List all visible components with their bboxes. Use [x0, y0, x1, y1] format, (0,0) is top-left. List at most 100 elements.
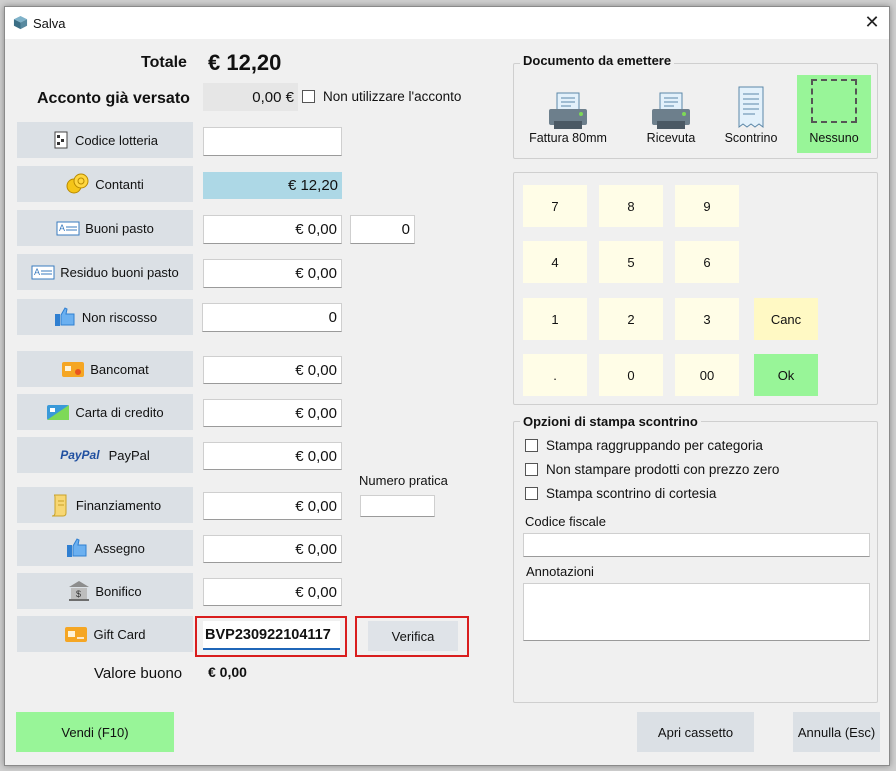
key-1[interactable]: 1 [523, 298, 587, 340]
numero-pratica-input[interactable] [360, 495, 435, 517]
buoni-pasto-input[interactable]: € 0,00 [203, 215, 342, 244]
key-ok[interactable]: Ok [754, 354, 818, 396]
buoni-pasto-button[interactable]: A Buoni pasto [17, 210, 193, 246]
assegno-label: Assegno [94, 540, 145, 556]
codice-lotteria-input[interactable] [203, 127, 342, 156]
coins-icon [66, 173, 89, 194]
key-8[interactable]: 8 [599, 185, 663, 227]
key-2[interactable]: 2 [599, 298, 663, 340]
opzioni-title: Opzioni di stampa scontrino [520, 414, 701, 429]
bancomat-input[interactable]: € 0,00 [203, 356, 342, 384]
finanziamento-button[interactable]: Finanziamento [17, 487, 193, 523]
svg-text:$: $ [76, 589, 81, 599]
bancomat-label: Bancomat [90, 361, 149, 377]
non-stampare-zero-checkbox[interactable]: Non stampare prodotti con prezzo zero [525, 462, 779, 477]
key-5[interactable]: 5 [599, 241, 663, 283]
documento-title: Documento da emettere [520, 53, 675, 68]
codice-lotteria-label: Codice lotteria [74, 132, 159, 148]
numero-pratica-label: Numero pratica [359, 473, 448, 488]
key-dot[interactable]: . [523, 354, 587, 396]
codice-fiscale-label: Codice fiscale [525, 514, 606, 529]
non-utilizzare-acconto-checkbox[interactable]: Non utilizzare l'acconto [302, 89, 461, 104]
meal-voucher-icon: A [56, 221, 80, 236]
empty-dashed-icon [811, 79, 857, 123]
hand-icon [54, 307, 75, 326]
paypal-logo-icon: PayPal [60, 448, 100, 462]
key-9[interactable]: 9 [675, 185, 739, 227]
residuo-input[interactable]: € 0,00 [203, 259, 342, 288]
carta-label: Carta di credito [75, 404, 164, 420]
doc-scontrino-option[interactable]: Scontrino [715, 75, 787, 153]
window-title: Salva [33, 16, 66, 31]
buoni-pasto-count[interactable]: 0 [350, 215, 415, 244]
valore-buono-label: Valore buono [94, 665, 183, 682]
key-00[interactable]: 00 [675, 354, 739, 396]
paypal-button[interactable]: PayPal PayPal [17, 437, 193, 473]
gift-card-code-input[interactable]: BVP230922104117 [203, 621, 340, 650]
doc-fattura-option[interactable]: Fattura 80mm [529, 75, 607, 153]
bonifico-button[interactable]: $ Bonifico [17, 573, 193, 609]
bancomat-card-icon [62, 362, 85, 377]
totale-label: Totale [141, 54, 187, 71]
assegno-button[interactable]: Assegno [17, 530, 193, 566]
doc-nessuno-label: Nessuno [809, 131, 859, 145]
contanti-button[interactable]: Contanti [17, 166, 193, 202]
checkbox-label: Stampa scontrino di cortesia [546, 486, 717, 501]
annulla-button[interactable]: Annulla (Esc) [793, 712, 880, 752]
checkbox-box[interactable] [525, 439, 538, 452]
contanti-label: Contanti [95, 176, 144, 192]
codice-lotteria-button[interactable]: Codice lotteria [17, 122, 193, 158]
checkbox-box[interactable] [302, 90, 315, 103]
checkbox-label: Non utilizzare l'acconto [323, 89, 462, 104]
doc-ricevuta-option[interactable]: Ricevuta [635, 75, 707, 153]
bank-icon: $ [69, 581, 90, 601]
carta-input[interactable]: € 0,00 [203, 399, 342, 427]
svg-text:A: A [34, 267, 40, 277]
key-7[interactable]: 7 [523, 185, 587, 227]
non-riscosso-input[interactable]: 0 [202, 303, 342, 332]
gift-card-label: Gift Card [93, 626, 146, 642]
vendi-button[interactable]: Vendi (F10) [16, 712, 174, 752]
key-6[interactable]: 6 [675, 241, 739, 283]
doc-fattura-label: Fattura 80mm [529, 131, 607, 145]
bonifico-input[interactable]: € 0,00 [203, 578, 342, 606]
scroll-document-icon [51, 494, 67, 517]
finanziamento-input[interactable]: € 0,00 [203, 492, 342, 520]
checkbox-box[interactable] [525, 463, 538, 476]
codice-fiscale-input[interactable] [523, 533, 870, 557]
title-bar: Salva ✕ [5, 7, 889, 39]
residuo-buoni-pasto-button[interactable]: A Residuo buoni pasto [17, 254, 193, 290]
totale-value: € 12,20 [208, 50, 282, 75]
verifica-button[interactable]: Verifica [368, 621, 458, 651]
stampa-raggruppando-checkbox[interactable]: Stampa raggruppando per categoria [525, 438, 763, 453]
acconto-label: Acconto già versato [37, 90, 190, 107]
non-riscosso-button[interactable]: Non riscosso [17, 299, 193, 335]
doc-nessuno-option[interactable]: Nessuno [797, 75, 871, 153]
non-riscosso-label: Non riscosso [81, 309, 158, 325]
scontrino-cortesia-checkbox[interactable]: Stampa scontrino di cortesia [525, 486, 716, 501]
key-canc[interactable]: Canc [754, 298, 818, 340]
gift-card-icon [65, 627, 88, 642]
key-4[interactable]: 4 [523, 241, 587, 283]
apri-cassetto-button[interactable]: Apri cassetto [637, 712, 754, 752]
key-3[interactable]: 3 [675, 298, 739, 340]
paypal-input[interactable]: € 0,00 [203, 442, 342, 470]
close-icon[interactable]: ✕ [861, 11, 883, 33]
annotazioni-textarea[interactable] [523, 583, 870, 641]
key-0[interactable]: 0 [599, 354, 663, 396]
doc-scontrino-label: Scontrino [724, 131, 778, 145]
checkbox-label: Stampa raggruppando per categoria [546, 438, 763, 453]
save-dialog: Salva ✕ Totale € 12,20 Acconto già versa… [4, 6, 890, 766]
carta-di-credito-button[interactable]: Carta di credito [17, 394, 193, 430]
checkbox-box[interactable] [525, 487, 538, 500]
assegno-input[interactable]: € 0,00 [203, 535, 342, 563]
bancomat-button[interactable]: Bancomat [17, 351, 193, 387]
receipt-icon [738, 86, 764, 128]
finanziamento-label: Finanziamento [75, 497, 162, 513]
valore-buono-value: € 0,00 [208, 664, 247, 680]
gift-card-button[interactable]: Gift Card [17, 616, 193, 652]
hand-check-icon [67, 538, 87, 557]
annotazioni-label: Annotazioni [526, 564, 594, 579]
checkbox-label: Non stampare prodotti con prezzo zero [546, 462, 780, 477]
contanti-input[interactable]: € 12,20 [203, 172, 342, 199]
